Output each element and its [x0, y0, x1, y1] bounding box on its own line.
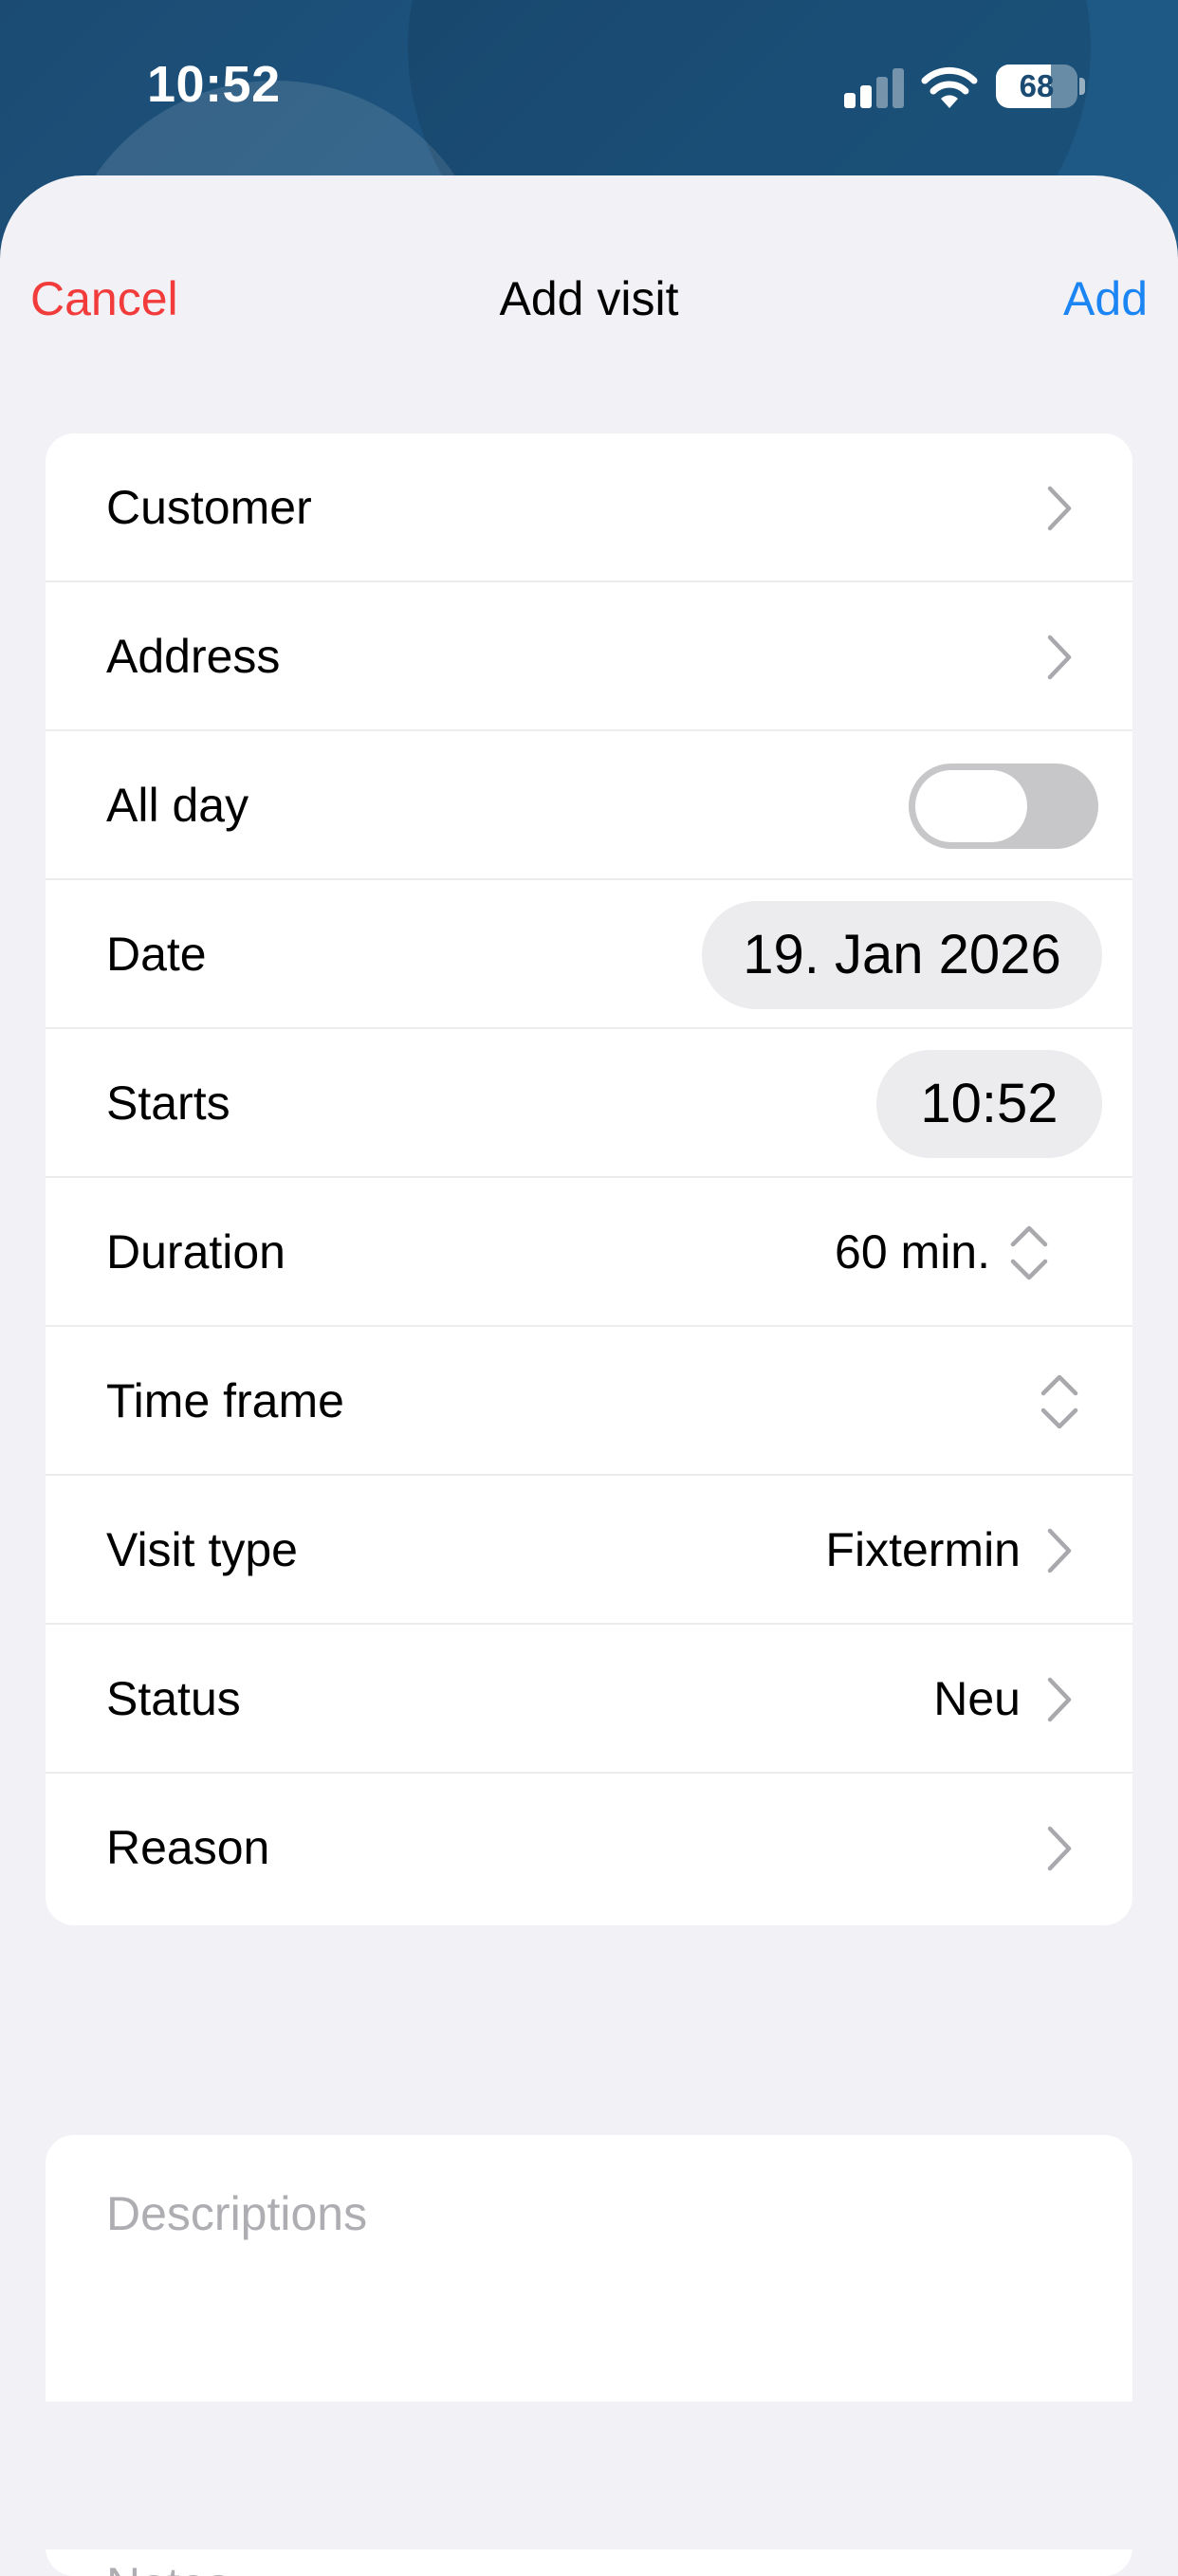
- descriptions-placeholder: Descriptions: [106, 2187, 368, 2240]
- up-down-chevron-icon[interactable]: [1038, 1369, 1081, 1435]
- address-label: Address: [106, 630, 281, 683]
- customer-label: Customer: [106, 481, 312, 534]
- customer-row[interactable]: Customer: [46, 433, 1132, 582]
- status-label: Status: [106, 1672, 241, 1725]
- duration-row[interactable]: Duration 60 min.: [46, 1178, 1132, 1327]
- status-bar: 10:52 68: [0, 0, 1178, 175]
- starts-row: Starts 10:52: [46, 1029, 1132, 1178]
- starts-label: Starts: [106, 1076, 230, 1130]
- all-day-label: All day: [106, 779, 249, 832]
- time-frame-row[interactable]: Time frame: [46, 1327, 1132, 1476]
- visit-type-value: Fixtermin: [825, 1523, 1021, 1576]
- chevron-right-icon: [1047, 635, 1072, 680]
- battery-icon: 68: [996, 64, 1077, 108]
- date-label: Date: [106, 928, 207, 981]
- reason-row[interactable]: Reason: [46, 1774, 1132, 1923]
- bottom-area: [0, 2401, 1178, 2549]
- status-time: 10:52: [147, 56, 281, 113]
- wifi-icon: [921, 66, 978, 108]
- status-value: Neu: [933, 1672, 1021, 1725]
- date-picker-button[interactable]: 19. Jan 2026: [702, 901, 1102, 1009]
- cellular-signal-icon: [844, 66, 905, 108]
- duration-value: 60 min.: [835, 1225, 990, 1279]
- time-frame-label: Time frame: [106, 1374, 344, 1427]
- add-visit-sheet: Cancel Add visit Add Customer Address Al…: [0, 175, 1178, 2576]
- all-day-toggle[interactable]: [909, 764, 1098, 849]
- up-down-chevron-icon[interactable]: [1007, 1220, 1051, 1286]
- chevron-right-icon: [1047, 1826, 1072, 1871]
- chevron-right-icon: [1047, 1677, 1072, 1722]
- visit-type-row[interactable]: Visit type Fixtermin: [46, 1476, 1132, 1625]
- visit-form-card: Customer Address All day Date 19. Jan 20…: [46, 433, 1132, 1925]
- cancel-button[interactable]: Cancel: [30, 270, 178, 327]
- chevron-right-icon: [1047, 486, 1072, 531]
- battery-tip: [1079, 78, 1085, 95]
- start-time-picker-button[interactable]: 10:52: [876, 1050, 1102, 1158]
- duration-label: Duration: [106, 1225, 285, 1279]
- toggle-knob: [915, 770, 1027, 842]
- visit-type-label: Visit type: [106, 1523, 298, 1576]
- address-row[interactable]: Address: [46, 582, 1132, 731]
- notes-placeholder: Notes: [106, 2557, 230, 2576]
- chevron-right-icon: [1047, 1528, 1072, 1573]
- date-row: Date 19. Jan 2026: [46, 880, 1132, 1029]
- add-button[interactable]: Add: [1063, 270, 1148, 327]
- reason-label: Reason: [106, 1821, 270, 1874]
- all-day-row: All day: [46, 731, 1132, 880]
- status-row[interactable]: Status Neu: [46, 1625, 1132, 1774]
- battery-percentage: 68: [1019, 68, 1055, 103]
